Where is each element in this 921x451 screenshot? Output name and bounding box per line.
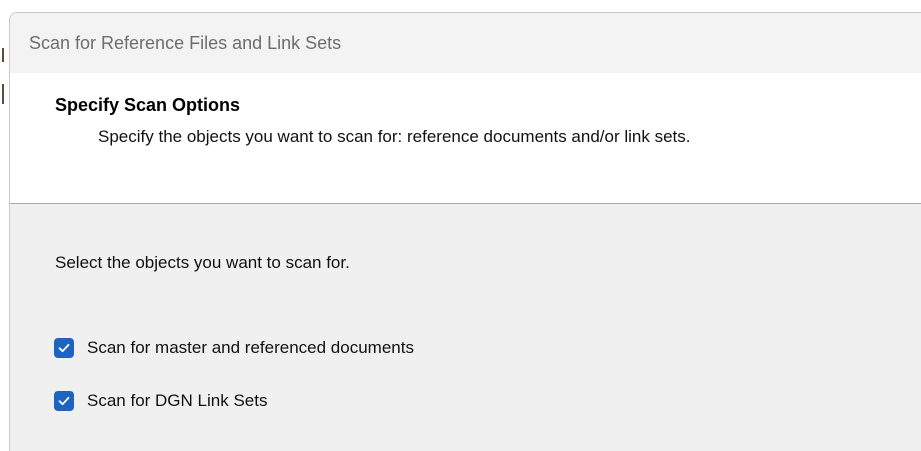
instruction-text: Select the objects you want to scan for. [55,253,350,272]
page-subtitle: Specify the objects you want to scan for… [98,127,691,146]
options-panel: Select the objects you want to scan for.… [10,204,921,451]
scan-dialog: Scan for Reference Files and Link Sets S… [9,12,921,451]
edge-mark [2,84,4,104]
scan-documents-option[interactable]: Scan for master and referenced documents [54,338,414,358]
title-bar[interactable]: Scan for Reference Files and Link Sets [10,13,921,73]
scan-link-sets-label[interactable]: Scan for DGN Link Sets [87,391,267,411]
wizard-header: Specify Scan Options Specify the objects… [10,73,921,204]
background-window-edge [0,0,9,451]
checkmark-icon [58,396,70,406]
checkmark-icon [58,343,70,353]
scan-link-sets-checkbox[interactable] [54,391,74,411]
window-title: Scan for Reference Files and Link Sets [29,33,342,53]
page-title: Specify Scan Options [55,95,241,115]
scan-documents-checkbox[interactable] [54,338,74,358]
edge-mark [2,48,4,62]
scan-documents-label[interactable]: Scan for master and referenced documents [87,338,414,358]
scan-link-sets-option[interactable]: Scan for DGN Link Sets [54,391,267,411]
